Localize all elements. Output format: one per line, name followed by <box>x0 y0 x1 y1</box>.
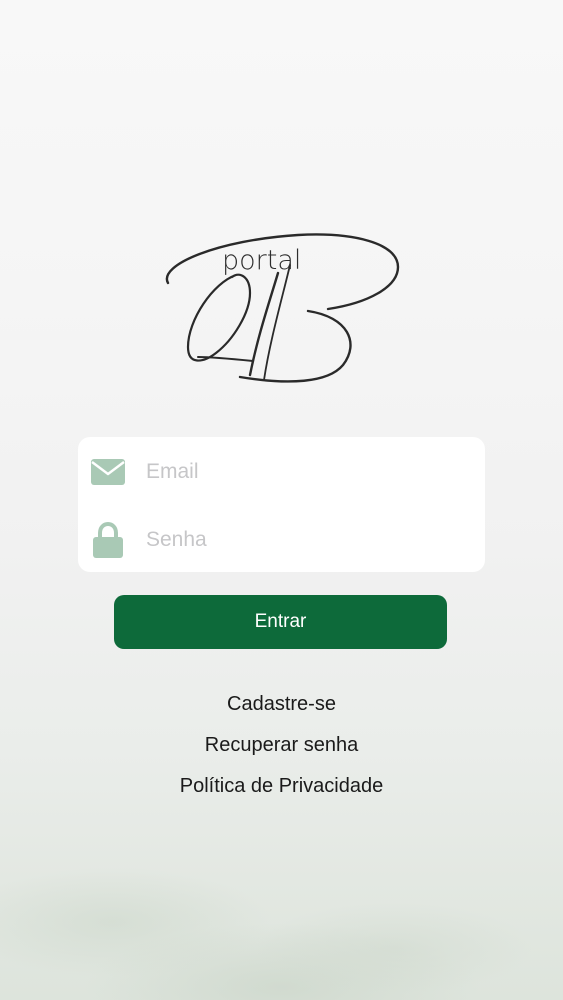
login-form <box>78 437 485 572</box>
portal-qb-logo: portal <box>158 225 408 390</box>
logo-text: portal <box>222 245 301 276</box>
email-field-row <box>78 442 485 502</box>
privacy-policy-link[interactable]: Política de Privacidade <box>0 770 563 811</box>
lock-icon <box>90 522 126 558</box>
email-input[interactable] <box>146 460 446 484</box>
password-input[interactable] <box>146 528 446 552</box>
register-link[interactable]: Cadastre-se <box>0 688 563 729</box>
auth-links: Cadastre-se Recuperar senha Política de … <box>0 688 563 811</box>
password-field-row <box>78 510 485 570</box>
recover-password-link[interactable]: Recuperar senha <box>0 729 563 770</box>
login-button[interactable]: Entrar <box>114 595 447 649</box>
mail-icon <box>90 454 126 490</box>
logo-graphic: portal <box>165 233 400 383</box>
